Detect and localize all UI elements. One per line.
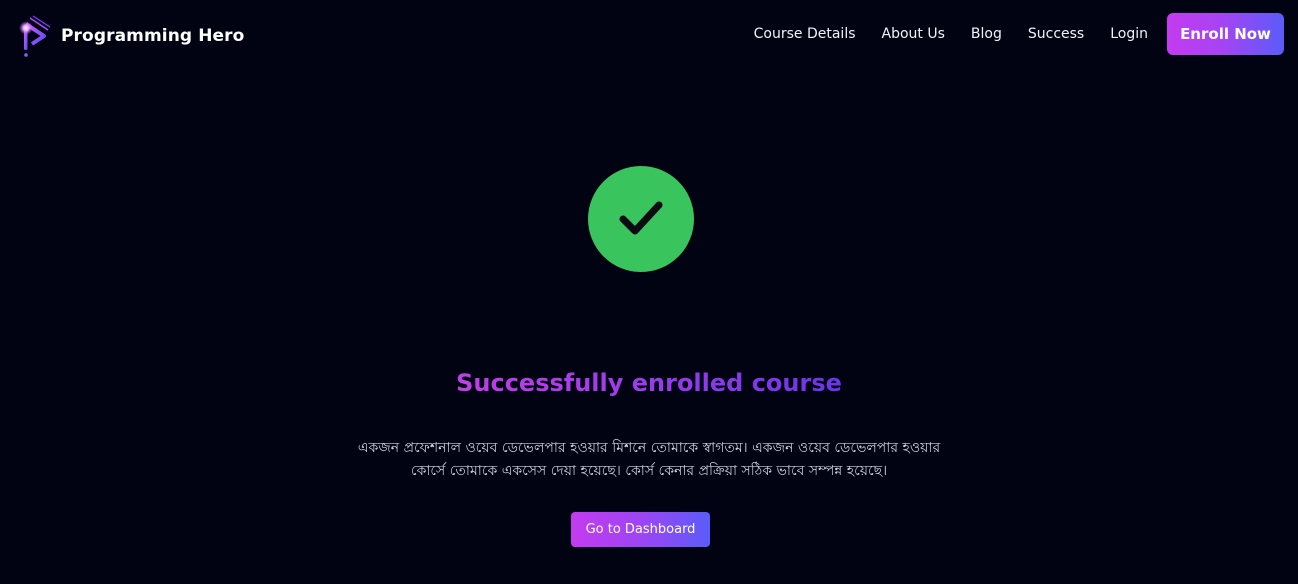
nav-item-blog[interactable]: Blog	[971, 24, 1002, 44]
success-description: একজন প্রফেশনাল ওয়েব ডেভেলপার হওয়ার মিশ…	[357, 440, 941, 479]
brand-name: Programming Hero	[61, 26, 245, 46]
enroll-now-button[interactable]: Enroll Now	[1167, 13, 1284, 55]
programming-hero-logo-icon	[19, 15, 51, 57]
nav-menu: Course Details About Us Blog Success Log…	[728, 24, 1148, 44]
navbar: Programming Hero Course Details About Us…	[0, 0, 1298, 68]
brand-link[interactable]: Programming Hero	[16, 15, 245, 57]
success-title-text: Successfully enrolled course	[456, 369, 842, 397]
nav-item-course-details[interactable]: Course Details	[754, 24, 856, 44]
nav-item-success[interactable]: Success	[1028, 24, 1084, 44]
checkmark-icon	[619, 201, 663, 235]
nav-item-about-us[interactable]: About Us	[882, 24, 945, 44]
success-title: Successfully enrolled course	[0, 366, 1298, 400]
nav-item-login[interactable]: Login	[1110, 24, 1148, 44]
page: Programming Hero Course Details About Us…	[0, 0, 1298, 584]
go-to-dashboard-button[interactable]: Go to Dashboard	[571, 512, 710, 547]
check-circle-icon	[588, 166, 694, 272]
